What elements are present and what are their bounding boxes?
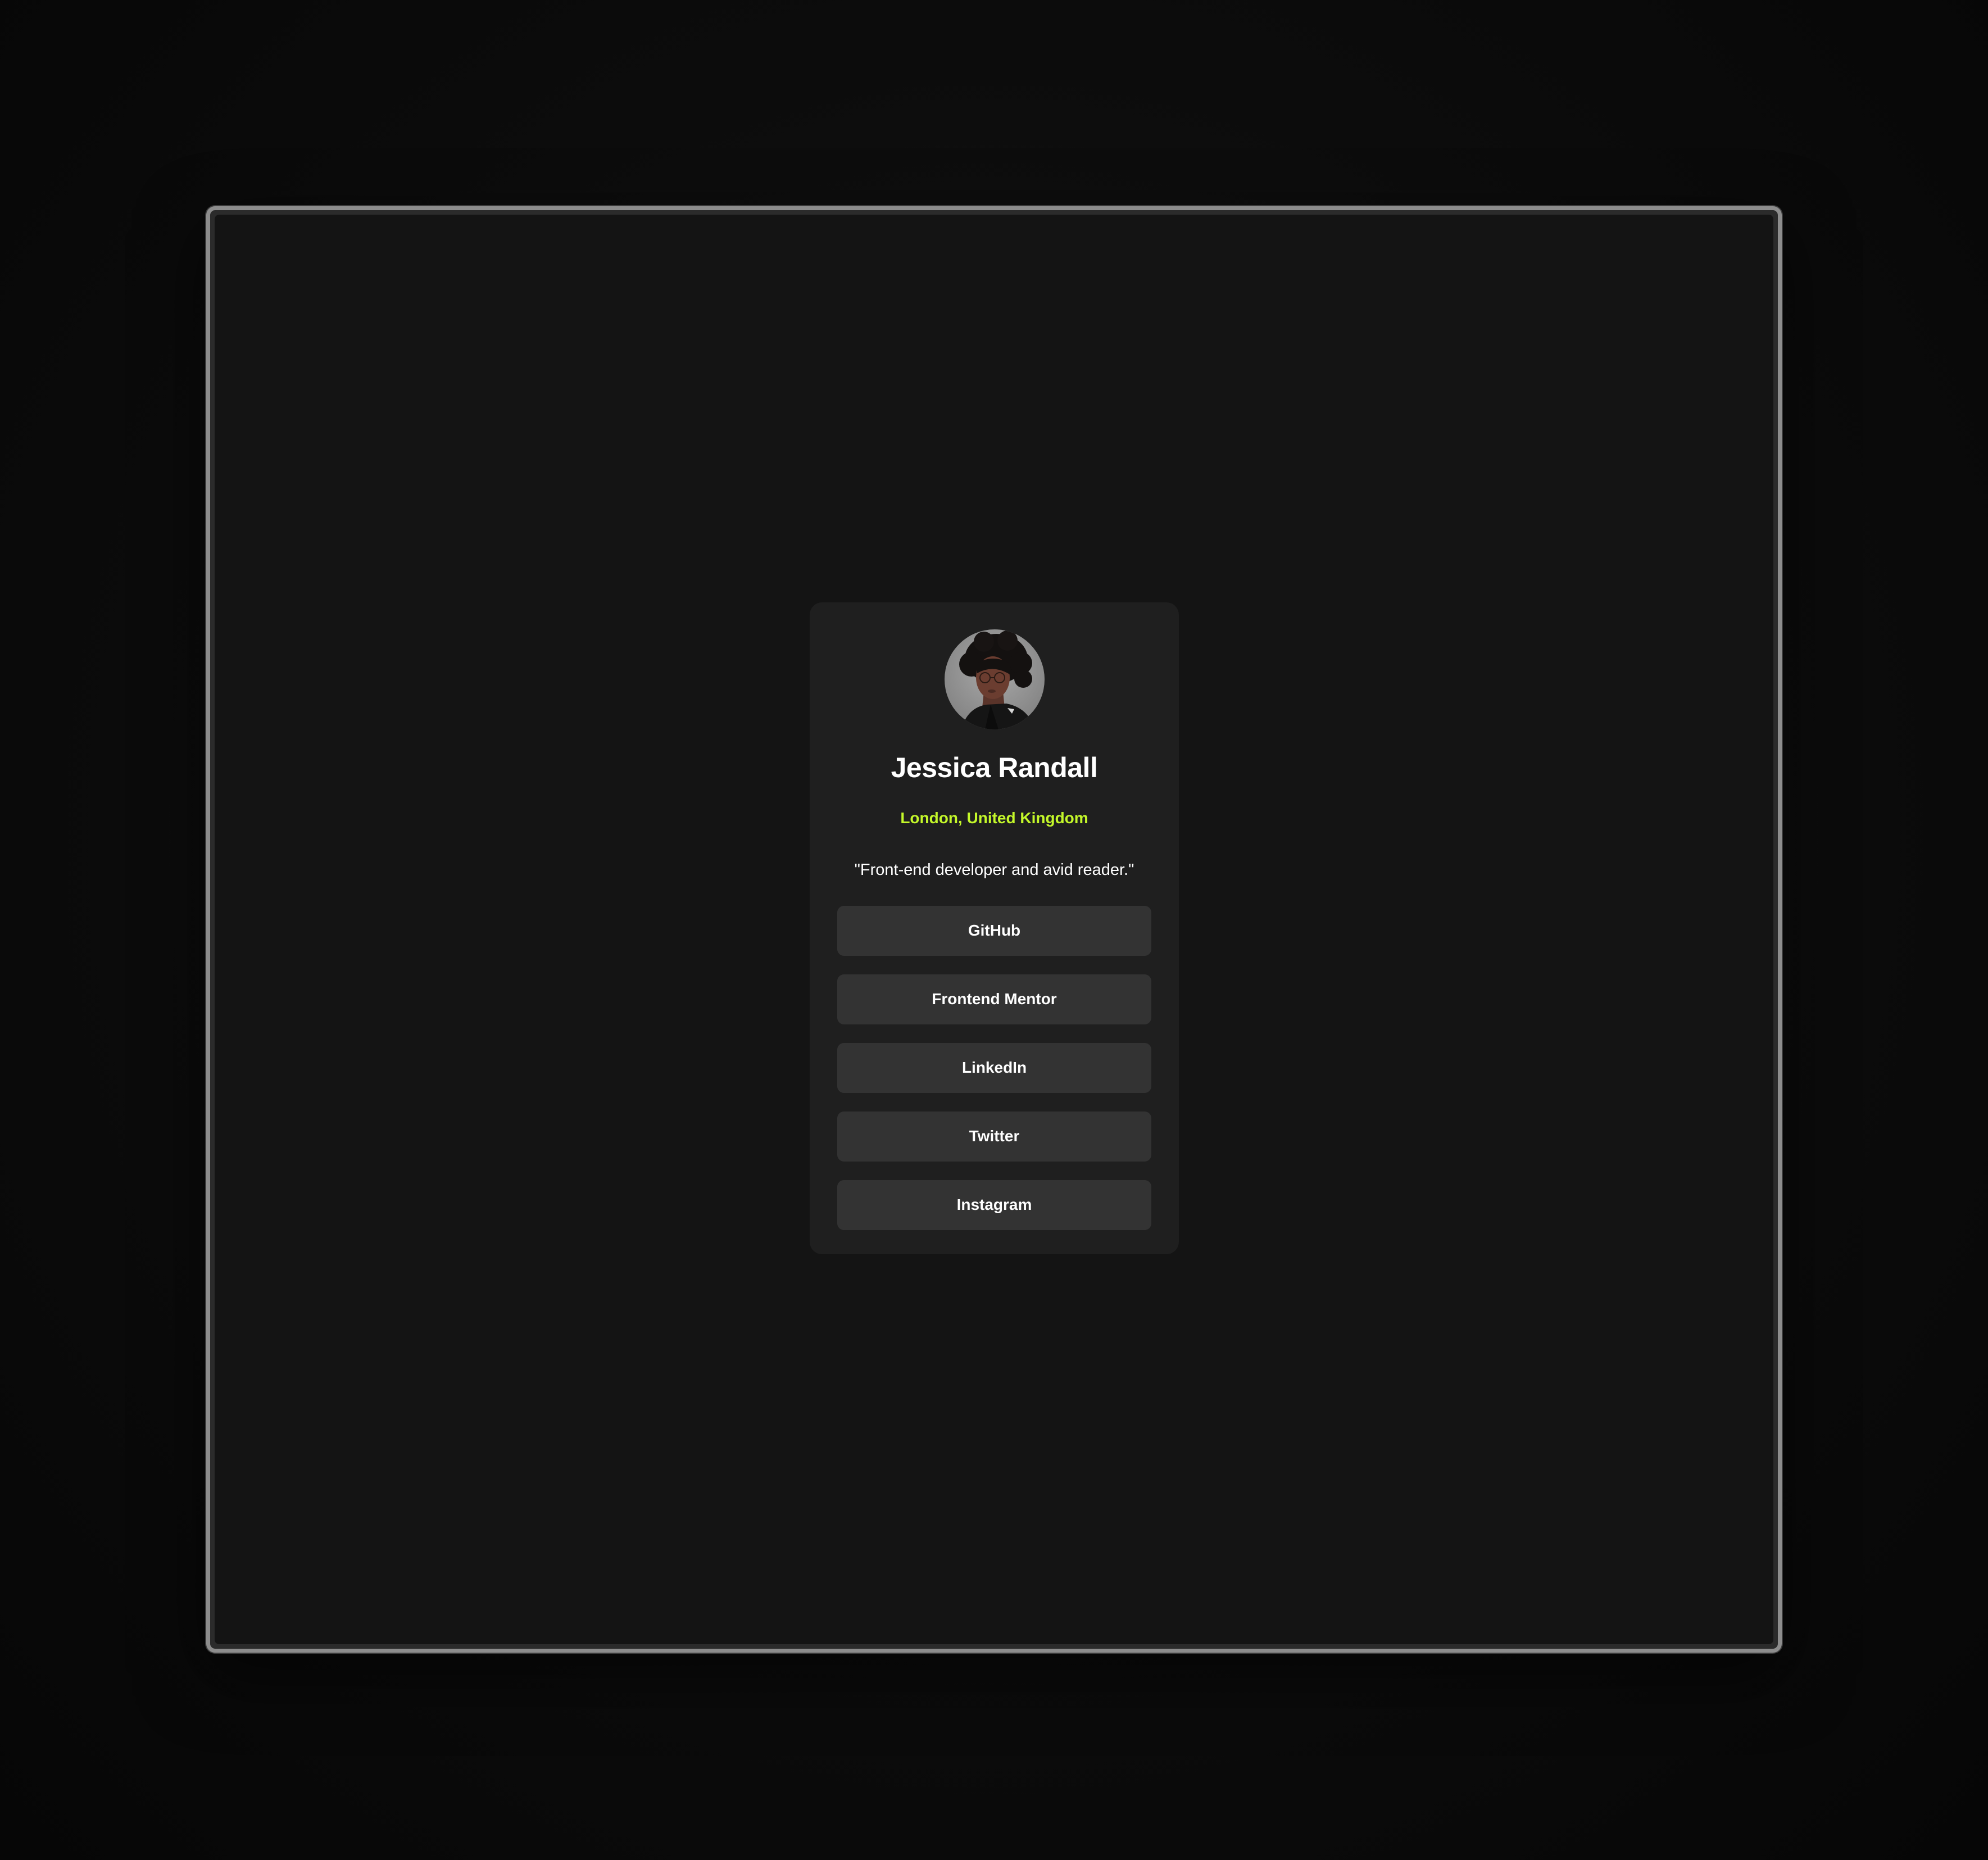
avatar [944,629,1045,729]
link-button-linkedin[interactable]: LinkedIn [837,1042,1151,1093]
social-links-list: GitHub Frontend Mentor LinkedIn Twitter … [837,905,1151,1230]
link-button-label: Instagram [956,1196,1032,1213]
link-button-label: Twitter [969,1127,1020,1145]
profile-card: Jessica Randall London, United Kingdom "… [810,602,1179,1254]
avatar-photo-icon [944,629,1045,729]
link-button-label: Frontend Mentor [932,990,1057,1008]
link-button-frontend-mentor[interactable]: Frontend Mentor [837,974,1151,1024]
link-button-twitter[interactable]: Twitter [837,1111,1151,1162]
link-button-label: GitHub [968,922,1021,939]
page-viewport: Jessica Randall London, United Kingdom "… [215,215,1773,1644]
profile-bio: "Front-end developer and avid reader." [854,860,1134,879]
browser-window-frame: Jessica Randall London, United Kingdom "… [206,206,1782,1653]
link-button-label: LinkedIn [961,1059,1027,1076]
profile-location: London, United Kingdom [900,809,1088,827]
profile-name: Jessica Randall [891,752,1098,783]
link-button-instagram[interactable]: Instagram [837,1179,1151,1230]
link-button-github[interactable]: GitHub [837,905,1151,956]
